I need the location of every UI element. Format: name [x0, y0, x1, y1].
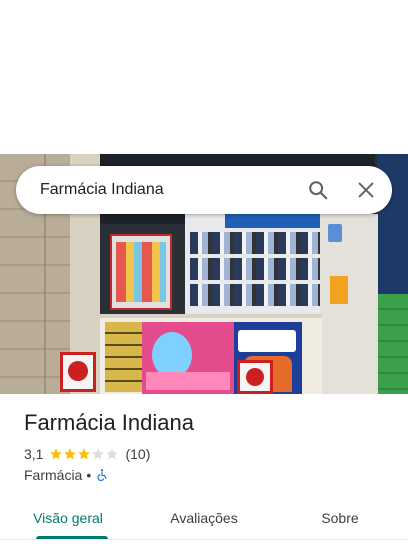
photo-sign-left — [60, 352, 96, 392]
close-button[interactable] — [342, 166, 390, 214]
wheelchair-icon — [97, 469, 107, 482]
photo-green-boxes — [378, 294, 408, 394]
close-icon — [358, 182, 374, 198]
tab-reviews[interactable]: Avaliações — [136, 498, 272, 538]
star-empty-icon — [106, 448, 119, 460]
photo-sign-mid — [237, 360, 273, 394]
search-query[interactable]: Farmácia Indiana — [40, 181, 294, 199]
star-filled-icon — [50, 448, 63, 460]
star-empty-icon — [92, 448, 105, 460]
rating-value: 3,1 — [24, 446, 44, 462]
place-tabs: Visão geral Avaliações Sobre — [0, 498, 408, 538]
tab-overview[interactable]: Visão geral — [0, 498, 136, 538]
photo-display-left — [110, 234, 172, 310]
photo-shelf-row — [190, 258, 320, 280]
category-row: Farmácia • — [24, 467, 109, 483]
photo-poster-right — [330, 276, 348, 304]
search-button[interactable] — [294, 166, 342, 214]
star-rating — [49, 447, 119, 461]
photo-sticker — [328, 224, 342, 242]
place-category: Farmácia — [24, 467, 83, 483]
search-bar[interactable]: Farmácia Indiana — [16, 166, 392, 214]
tabs-divider — [0, 539, 408, 540]
photo-gold-stack — [105, 322, 143, 392]
tab-about[interactable]: Sobre — [272, 498, 408, 538]
photo-shelf-row — [190, 232, 320, 254]
review-count[interactable]: (10) — [125, 446, 150, 462]
star-filled-icon — [78, 448, 91, 460]
search-icon — [309, 181, 328, 200]
photo-blue-panel — [225, 214, 325, 228]
separator-dot: • — [86, 467, 92, 483]
rating-row[interactable]: 3,1 (10) — [24, 446, 150, 462]
place-title: Farmácia Indiana — [24, 410, 194, 435]
star-filled-icon — [64, 448, 77, 460]
top-blank-area — [0, 0, 408, 154]
photo-shelf-row — [190, 284, 320, 306]
photo-toy-box — [142, 322, 234, 394]
